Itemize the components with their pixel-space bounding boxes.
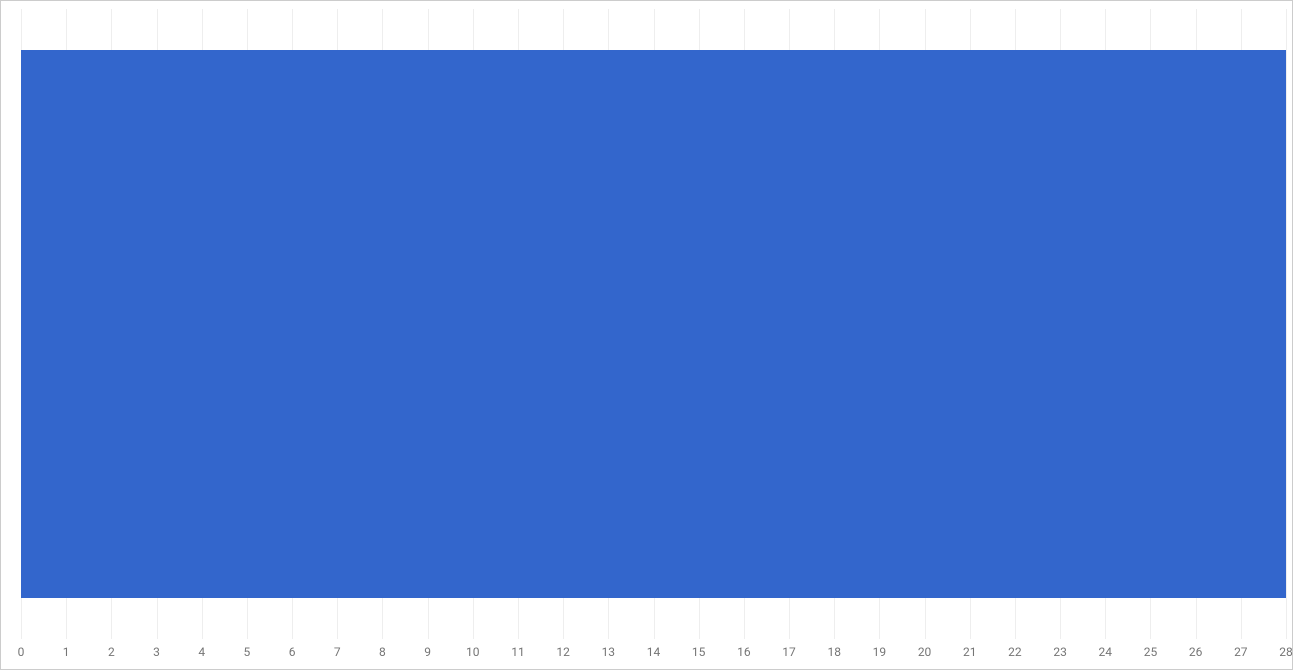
x-tick-label: 5: [244, 645, 251, 659]
x-tick-label: 10: [466, 645, 480, 659]
x-tick-label: 4: [198, 645, 205, 659]
x-tick-label: 25: [1144, 645, 1158, 659]
x-tick-label: 22: [1008, 645, 1022, 659]
x-tick-label: 6: [289, 645, 296, 659]
x-tick-label: 18: [827, 645, 841, 659]
x-tick-label: 7: [334, 645, 341, 659]
chart-frame: 0123456789101112131415161718192021222324…: [0, 0, 1293, 670]
x-tick-label: 17: [782, 645, 796, 659]
x-tick-label: 1: [63, 645, 70, 659]
x-tick-label: 0: [18, 645, 25, 659]
x-tick-label: 3: [153, 645, 160, 659]
x-tick-label: 28: [1279, 645, 1293, 659]
x-tick-label: 23: [1053, 645, 1067, 659]
x-tick-label: 8: [379, 645, 386, 659]
x-tick-label: 9: [424, 645, 431, 659]
x-axis: 0123456789101112131415161718192021222324…: [21, 639, 1286, 669]
x-tick-label: 12: [556, 645, 570, 659]
x-tick-label: 14: [647, 645, 661, 659]
x-tick-label: 15: [692, 645, 706, 659]
gridline: [1286, 9, 1287, 639]
x-tick-label: 27: [1234, 645, 1248, 659]
x-tick-label: 16: [737, 645, 751, 659]
x-tick-label: 2: [108, 645, 115, 659]
bar: [21, 50, 1286, 598]
x-tick-label: 20: [918, 645, 932, 659]
x-tick-label: 13: [602, 645, 616, 659]
plot-area: [21, 9, 1286, 639]
x-tick-label: 26: [1189, 645, 1203, 659]
x-tick-label: 11: [511, 645, 525, 659]
x-tick-label: 19: [873, 645, 887, 659]
x-tick-label: 21: [963, 645, 977, 659]
x-tick-label: 24: [1099, 645, 1113, 659]
